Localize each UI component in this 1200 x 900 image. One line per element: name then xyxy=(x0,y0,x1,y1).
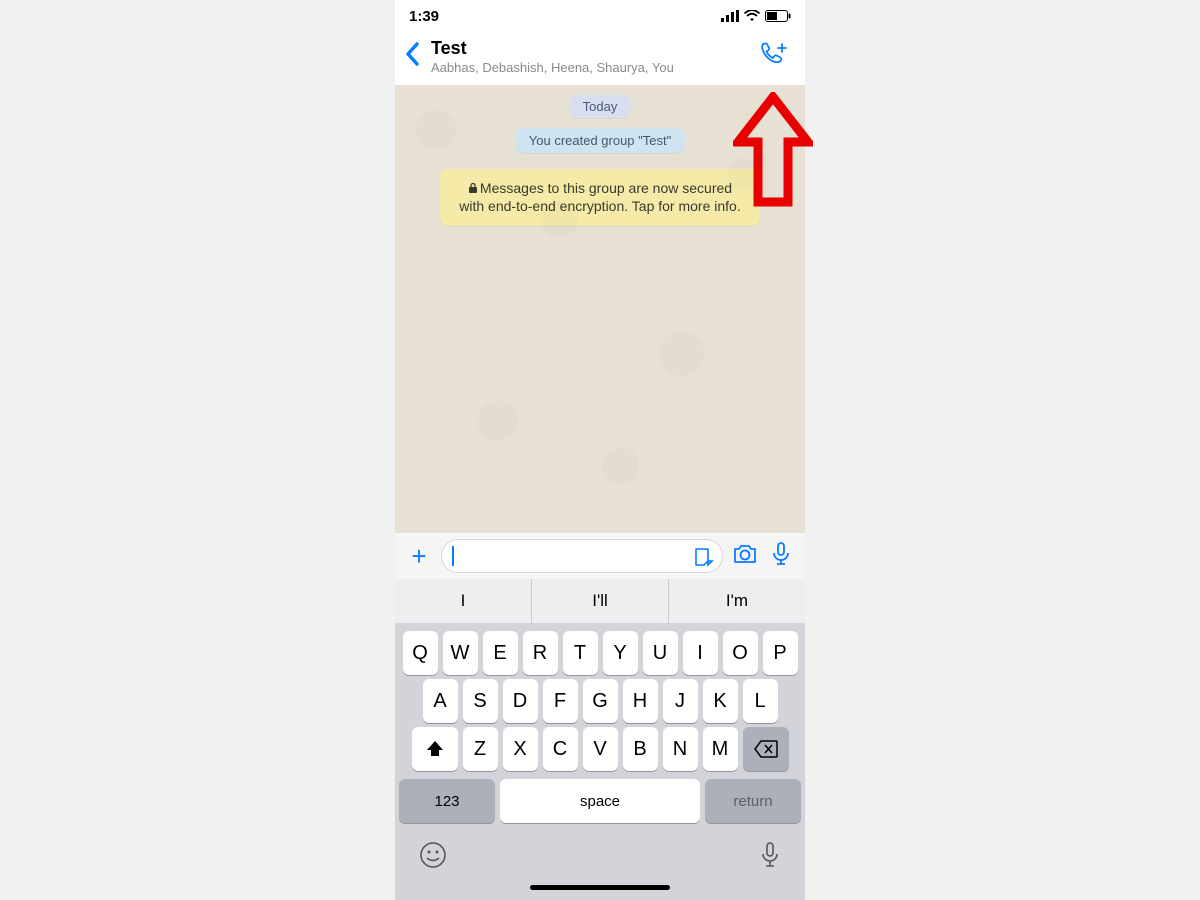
encryption-notice[interactable]: Messages to this group are now secured w… xyxy=(440,169,760,225)
lock-icon xyxy=(468,182,478,194)
suggestion-3[interactable]: I'm xyxy=(669,579,805,623)
key-x[interactable]: X xyxy=(503,727,538,771)
key-w[interactable]: W xyxy=(443,631,478,675)
chat-header: Test Aabhas, Debashish, Heena, Shaurya, … xyxy=(395,32,805,85)
keyboard-row-4: 123 space return xyxy=(399,779,801,823)
wifi-icon xyxy=(744,10,760,22)
key-d[interactable]: D xyxy=(503,679,538,723)
chevron-left-icon xyxy=(405,42,421,66)
sticker-icon[interactable] xyxy=(692,545,714,567)
chat-subtitle: Aabhas, Debashish, Heena, Shaurya, You xyxy=(431,60,753,76)
status-icons xyxy=(721,10,791,22)
key-p[interactable]: P xyxy=(763,631,798,675)
battery-icon xyxy=(765,10,791,22)
cellular-icon xyxy=(721,10,739,22)
key-c[interactable]: C xyxy=(543,727,578,771)
key-t[interactable]: T xyxy=(563,631,598,675)
key-l[interactable]: L xyxy=(743,679,778,723)
backspace-key[interactable] xyxy=(743,727,789,771)
chat-title: Test xyxy=(431,38,753,60)
key-y[interactable]: Y xyxy=(603,631,638,675)
key-r[interactable]: R xyxy=(523,631,558,675)
backspace-icon xyxy=(754,740,778,758)
emoji-icon[interactable] xyxy=(419,841,447,869)
key-j[interactable]: J xyxy=(663,679,698,723)
key-n[interactable]: N xyxy=(663,727,698,771)
phone-screen: 1:39 Test Aabhas, Debashish, Heena, Shau… xyxy=(395,0,805,900)
space-key[interactable]: space xyxy=(500,779,700,823)
microphone-icon xyxy=(771,542,791,566)
key-o[interactable]: O xyxy=(723,631,758,675)
home-indicator[interactable] xyxy=(530,885,670,890)
shift-icon xyxy=(425,739,445,759)
keyboard-row-2: A S D F G H J K L xyxy=(399,679,801,723)
key-g[interactable]: G xyxy=(583,679,618,723)
status-bar: 1:39 xyxy=(395,0,805,32)
key-k[interactable]: K xyxy=(703,679,738,723)
suggestion-bar: I I'll I'm xyxy=(395,579,805,623)
system-message: You created group "Test" xyxy=(515,128,685,153)
key-f[interactable]: F xyxy=(543,679,578,723)
call-button[interactable] xyxy=(759,41,789,72)
numeric-key[interactable]: 123 xyxy=(399,779,495,823)
key-q[interactable]: Q xyxy=(403,631,438,675)
attach-button[interactable]: + xyxy=(405,541,433,572)
camera-button[interactable] xyxy=(731,543,759,570)
keyboard: I I'll I'm Q W E R T Y U I O P A S D F G… xyxy=(395,579,805,900)
key-i[interactable]: I xyxy=(683,631,718,675)
date-chip: Today xyxy=(569,95,632,118)
camera-icon xyxy=(732,543,758,565)
key-h[interactable]: H xyxy=(623,679,658,723)
key-u[interactable]: U xyxy=(643,631,678,675)
key-e[interactable]: E xyxy=(483,631,518,675)
input-bar: + xyxy=(395,533,805,579)
message-input[interactable] xyxy=(441,539,723,573)
suggestion-2[interactable]: I'll xyxy=(532,579,669,623)
encryption-text: Messages to this group are now secured w… xyxy=(459,180,740,214)
dictation-icon[interactable] xyxy=(759,841,781,869)
chat-body[interactable]: Today You created group "Test" Messages … xyxy=(395,85,805,533)
chat-title-block[interactable]: Test Aabhas, Debashish, Heena, Shaurya, … xyxy=(431,38,753,75)
keyboard-row-1: Q W E R T Y U I O P xyxy=(399,631,801,675)
return-key[interactable]: return xyxy=(705,779,801,823)
keyboard-row-3: Z X C V B N M xyxy=(399,727,801,771)
status-time: 1:39 xyxy=(409,8,439,25)
key-v[interactable]: V xyxy=(583,727,618,771)
voice-button[interactable] xyxy=(767,542,795,571)
text-cursor xyxy=(452,546,454,566)
key-m[interactable]: M xyxy=(703,727,738,771)
key-s[interactable]: S xyxy=(463,679,498,723)
suggestion-1[interactable]: I xyxy=(395,579,532,623)
shift-key[interactable] xyxy=(412,727,458,771)
key-z[interactable]: Z xyxy=(463,727,498,771)
keyboard-bottom-bar xyxy=(399,827,801,875)
key-a[interactable]: A xyxy=(423,679,458,723)
phone-plus-icon xyxy=(759,41,789,67)
back-button[interactable] xyxy=(401,40,425,73)
key-b[interactable]: B xyxy=(623,727,658,771)
